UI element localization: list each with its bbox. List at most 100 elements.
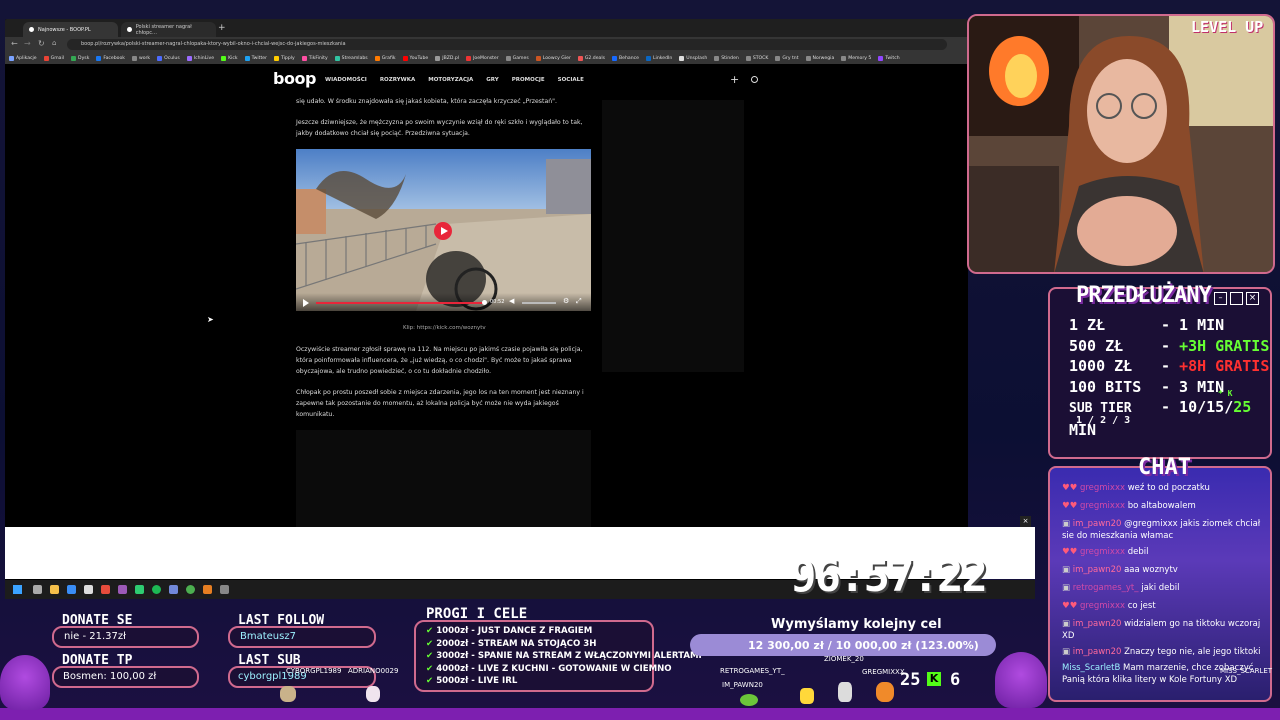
video-player[interactable]: 00:52 ◀ ⚙ ⤢	[296, 149, 591, 311]
bookmark-item[interactable]: LinkedIn	[646, 55, 672, 61]
bookmark-item[interactable]: G2.deals	[577, 55, 605, 61]
chat-messages: ♥♥ gregmixxx weź to od poczatku ♥♥ gregm…	[1062, 482, 1267, 686]
nav-link[interactable]: ROZRYWKA	[380, 77, 415, 83]
bookmark-item[interactable]: TikFinity	[301, 55, 328, 61]
address-bar-row: ← → ↻ ⌂ boop.pl/rozrywka/polski-streamer…	[5, 37, 968, 52]
viewer-name: CYBORGPL1989	[286, 667, 342, 675]
viewer-name: ADRIANO0029	[348, 667, 399, 675]
taskbar-app-icon[interactable]	[50, 585, 59, 594]
taskbar-app-icon[interactable]	[220, 585, 229, 594]
forward-icon[interactable]: →	[24, 39, 31, 48]
bookmark-item[interactable]: Twitter	[244, 55, 267, 61]
bookmark-item[interactable]: Dysk	[71, 55, 89, 61]
bookmark-item[interactable]: Gry tnt	[775, 55, 799, 61]
badge-icon: ▣	[1062, 519, 1073, 529]
settings-icon[interactable]: ⚙	[563, 297, 569, 305]
new-tab-icon[interactable]: +	[218, 23, 226, 33]
popup-close-icon[interactable]: ×	[1020, 516, 1031, 527]
bookmark-item[interactable]: work	[131, 55, 150, 61]
bookmark-item[interactable]: JoeMonster	[466, 55, 499, 61]
bookmark-item[interactable]: Oculus	[157, 55, 180, 61]
home-icon[interactable]: ⌂	[52, 39, 56, 47]
heart-icon: ♥♥	[1062, 501, 1080, 511]
article-paragraph: Oczywiście streamer zgłosił sprawę na 11…	[296, 346, 583, 375]
url-input[interactable]: boop.pl/rozrywka/polski-streamer-nagral-…	[67, 39, 947, 50]
bookmark-item[interactable]: Facebook	[96, 55, 125, 61]
tree-right	[995, 652, 1047, 708]
nav-link[interactable]: PROMOCJE	[512, 77, 545, 83]
bookmark-item[interactable]: Twitch	[878, 55, 900, 61]
viewer-name: RETROGAMES_YT_	[720, 667, 785, 675]
bookmark-item[interactable]: Aplikacje	[9, 55, 37, 61]
bookmark-item[interactable]: Gmail	[43, 55, 64, 61]
volume-slider[interactable]	[522, 302, 556, 304]
fullscreen-icon[interactable]: ⤢	[576, 297, 582, 306]
close-icon[interactable]: ×	[1246, 292, 1259, 305]
taskbar-app-icon[interactable]	[203, 585, 212, 594]
taskbar-app-icon[interactable]	[67, 585, 76, 594]
bookmark-item[interactable]: Unsplash	[679, 55, 707, 61]
reload-icon[interactable]: ↻	[38, 39, 45, 48]
taskbar-app-icon[interactable]	[118, 585, 127, 594]
tab-article[interactable]: Polski streamer nagrał chłopc…	[121, 22, 216, 37]
bookmark-item[interactable]: Tipply	[273, 55, 295, 61]
subathon-timer: 96:57:22	[790, 551, 988, 602]
bookmark-item[interactable]: Games	[505, 55, 529, 61]
bookmark-item[interactable]: Grafik	[374, 55, 396, 61]
donate-se-value: nie - 21.37zł	[64, 631, 126, 642]
extended-row: 1000 ZŁ - +8H GRATIS	[1069, 357, 1270, 375]
threshold-item: ✔ 1000zł - JUST DANCE Z FRAGIEM	[426, 626, 593, 636]
nav-link[interactable]: SOCIALE	[558, 77, 584, 83]
tier-sub: 1 / 2 / 3	[1076, 415, 1131, 426]
bookmark-item[interactable]: Norwegia	[805, 55, 834, 61]
video-progress-handle[interactable]	[482, 300, 487, 305]
threshold-item: ✔ 5000zł - LIVE IRL	[426, 676, 518, 686]
nav-link[interactable]: GRY	[486, 77, 498, 83]
taskbar-app-icon[interactable]	[186, 585, 195, 594]
article-paragraph: Jeszcze dziwniejsze, że mężczyzna po swo…	[296, 119, 583, 137]
chat-message: ♥♥ gregmixxx co jest	[1062, 601, 1156, 611]
taskbar-app-icon[interactable]	[135, 585, 144, 594]
badge-icon: ▣	[1062, 565, 1073, 575]
site-logo[interactable]: boop	[273, 69, 316, 88]
taskbar-app-icon[interactable]	[84, 585, 93, 594]
goal-title: Wymyślamy kolejny cel	[771, 617, 942, 632]
volume-icon[interactable]: ◀	[509, 297, 514, 305]
video-play-icon[interactable]	[303, 299, 309, 307]
taskbar-app-icon[interactable]	[101, 585, 110, 594]
tab-boop-latest[interactable]: Najnowsze - BOOP.PL	[23, 22, 118, 37]
viewer-name: MISS_SCARLET	[1220, 667, 1273, 675]
bookmark-item[interactable]: YouTube	[402, 55, 428, 61]
pixel-character	[280, 686, 296, 702]
bookmark-item[interactable]: JBZD.pl	[435, 55, 459, 61]
pixel-character	[838, 682, 852, 702]
nav-link[interactable]: MOTORYZACJA	[428, 77, 473, 83]
taskbar-app-icon[interactable]	[169, 585, 178, 594]
viewer-name: GREGMIXXX	[862, 668, 905, 676]
back-icon[interactable]: ←	[11, 39, 18, 48]
chat-message: ♥♥ gregmixxx weź to od poczatku	[1062, 483, 1210, 493]
maximize-icon[interactable]	[1230, 292, 1243, 305]
search-icon[interactable]	[751, 76, 758, 83]
bookmark-item[interactable]: STOCK	[745, 55, 768, 61]
bookmark-item[interactable]: IchinLive	[186, 55, 214, 61]
check-icon: ✔	[426, 651, 437, 661]
plus-icon[interactable]: +	[730, 73, 739, 86]
video-progress-bar[interactable]	[316, 302, 484, 304]
bookmark-item[interactable]: Kick	[221, 55, 238, 61]
badge-icon: ▣	[1062, 583, 1073, 593]
play-icon	[441, 227, 448, 235]
taskbar-app-icon[interactable]	[152, 585, 161, 594]
minimize-icon[interactable]: –	[1214, 292, 1227, 305]
bookmarks-bar: Aplikacje Gmail Dysk Facebook work Oculu…	[5, 52, 968, 64]
bookmark-item[interactable]: Behance	[612, 55, 639, 61]
taskbar-app-icon[interactable]	[33, 585, 42, 594]
bookmark-item[interactable]: Memory 5	[841, 55, 871, 61]
bookmark-item[interactable]: Stinden	[714, 55, 739, 61]
bookmark-item[interactable]: Loowcy Gier	[535, 55, 571, 61]
nav-link[interactable]: WIADOMOŚCI	[325, 77, 367, 83]
start-icon[interactable]	[13, 585, 22, 594]
bookmark-item[interactable]: Streamlabs	[334, 55, 368, 61]
check-icon: ✔	[426, 638, 437, 649]
article-paragraph: Chłopak po prostu poszedł sobie z miejsc…	[296, 389, 584, 418]
